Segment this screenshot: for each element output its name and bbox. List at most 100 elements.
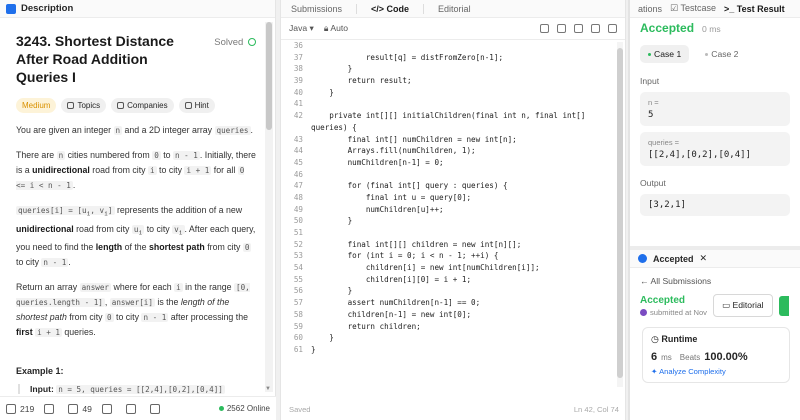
code-line[interactable]: 55 children[i][0] = i + 1; [281, 274, 627, 286]
lock-icon [117, 102, 125, 109]
topics-chip[interactable]: Topics [61, 98, 107, 113]
code-line[interactable]: 37 result[q] = distFromZero[n-1]; [281, 52, 627, 64]
all-submissions-link[interactable]: ← All Submissions [630, 268, 800, 294]
code-line[interactable]: 46 [281, 169, 627, 181]
code-line[interactable]: 53 for (int i = 0; i < n - 1; ++i) { [281, 250, 627, 262]
companies-label: Companies [127, 101, 168, 110]
code-line[interactable]: 39 return result; [281, 75, 627, 87]
difficulty-chip[interactable]: Medium [16, 98, 57, 113]
auto-toggle[interactable]: 🔒︎ Auto [324, 23, 348, 34]
line-number: 44 [293, 146, 303, 156]
problem-title[interactable]: 3243. Shortest Distance After Road Addit… [16, 32, 196, 86]
close-icon[interactable]: ✕ [700, 253, 708, 264]
problem-chips: Medium Topics Companies Hint [16, 98, 256, 113]
scrollbar-thumb[interactable] [266, 22, 272, 130]
notes-icon[interactable] [540, 24, 549, 33]
line-number: 55 [293, 274, 303, 284]
editor-scrollbar[interactable] [617, 42, 623, 387]
reset-icon[interactable] [591, 24, 600, 33]
test-status: Accepted 0 ms [630, 18, 800, 38]
code-line[interactable]: 43 final int[] numChildren = new int[n]; [281, 134, 627, 146]
star-icon[interactable] [101, 403, 112, 414]
text: in the range [182, 282, 235, 293]
code-line[interactable]: 54 children[i] = new int[numChildren[i]]… [281, 262, 627, 274]
bookmark-icon[interactable] [557, 24, 566, 33]
description-scrollbar[interactable]: ▼ [265, 22, 273, 392]
language-select[interactable]: Java ▾ [289, 23, 314, 34]
solved-badge: Solved [214, 32, 256, 86]
code-line[interactable]: 61} [281, 344, 627, 356]
paragraph-4: Return an array answer where for each i … [16, 280, 256, 340]
code-inline: n - 1 [41, 258, 69, 268]
comments-button[interactable]: 49 [68, 403, 92, 414]
editor-toolbar: Java ▾ 🔒︎ Auto [281, 18, 625, 40]
lightbulb-icon [184, 102, 192, 109]
runtime-value: 6 [651, 351, 658, 363]
line-number: 58 [293, 309, 303, 319]
queries-label: queries = [648, 138, 680, 147]
tab-test-result[interactable]: >_ Test Result [724, 4, 785, 14]
dislike-button[interactable] [44, 403, 58, 414]
code-line[interactable]: 48 final int u = query[0]; [281, 192, 627, 204]
case-2-tab[interactable]: Case 2 [697, 45, 746, 63]
companies-chip[interactable]: Companies [111, 98, 174, 113]
tab-testcase[interactable]: ☑ Testcase [670, 3, 716, 14]
hint-chip[interactable]: Hint [178, 98, 215, 113]
tab-solutions[interactable]: ations [638, 4, 662, 14]
line-number: 56 [293, 286, 303, 296]
line-text: result[q] = distFromZero[n-1]; [311, 52, 504, 62]
solution-button[interactable] [778, 295, 789, 316]
tab-code[interactable]: </> Code [371, 4, 409, 14]
tab-accepted[interactable]: Accepted [653, 254, 694, 264]
line-number [281, 122, 311, 134]
code-line[interactable]: 45 numChildren[n-1] = 0; [281, 157, 627, 169]
code-line[interactable]: 50 } [281, 215, 627, 227]
code-line[interactable]: queries) { [281, 122, 627, 134]
bold-text: unidirectional [16, 223, 74, 234]
code-line[interactable]: 41 [281, 98, 627, 110]
code-line[interactable]: 59 return children; [281, 321, 627, 333]
lock-icon: 🔒︎ [323, 23, 329, 33]
line-text: } [311, 216, 353, 226]
code-line[interactable]: 40 } [281, 87, 627, 99]
line-text: for (final int[] query : queries) { [311, 181, 508, 191]
code-line[interactable]: 47 for (final int[] query : queries) { [281, 180, 627, 192]
editorial-button[interactable]: ▭ Editorial [712, 294, 773, 317]
line-number: 57 [293, 298, 303, 308]
line-text: private int[][] initialChildren(final in… [311, 111, 586, 121]
code-line[interactable]: 42 private int[][] initialChildren(final… [281, 110, 627, 122]
online-count: 2562 Online [218, 404, 270, 413]
input-label: Input [640, 76, 660, 86]
code-line[interactable]: 36 [281, 40, 627, 52]
language-label: Java [289, 23, 308, 33]
scroll-down-icon[interactable]: ▼ [265, 386, 271, 392]
fullscreen-icon[interactable] [608, 24, 617, 33]
code-line[interactable]: 38 } [281, 63, 627, 75]
queries-value: [[2,4],[0,2],[0,4]] [648, 150, 751, 160]
code-line[interactable]: 56 } [281, 285, 627, 297]
code-line[interactable]: 52 final int[][] children = new int[n][]… [281, 239, 627, 251]
code-line[interactable]: 57 assert numChildren[n-1] == 0; [281, 297, 627, 309]
code-editor[interactable]: 36 37 result[q] = distFromZero[n-1]; 38 }… [281, 40, 627, 395]
like-button[interactable]: 219 [6, 403, 34, 414]
runtime-card: ◷ Runtime 6 ms Beats 100.00% ✦ Analyze Comp… [642, 327, 790, 383]
online-label: 2562 Online [226, 404, 270, 413]
line-number: 40 [293, 87, 303, 97]
braces-icon[interactable] [574, 24, 583, 33]
tab-submissions[interactable]: Submissions [291, 4, 342, 14]
scrollbar-thumb[interactable] [617, 48, 623, 378]
code-line[interactable]: 44 Arrays.fill(numChildren, 1); [281, 145, 627, 157]
tab-description[interactable]: Description [21, 3, 73, 14]
code-line[interactable]: 51 [281, 227, 627, 239]
code-line[interactable]: 58 children[n-1] = new int[0]; [281, 309, 627, 321]
case-1-tab[interactable]: Case 1 [640, 45, 690, 63]
tab-editorial[interactable]: Editorial [438, 4, 471, 14]
code-line[interactable]: 60 } [281, 332, 627, 344]
analyze-complexity-link[interactable]: ✦ Analyze Complexity [651, 367, 781, 376]
help-icon[interactable] [149, 403, 160, 414]
code-line[interactable]: 49 numChildren[u]++; [281, 204, 627, 216]
code-inline: 0 [152, 151, 161, 160]
submission-panel: Accepted ✕ ← All Submissions Accepted su… [630, 250, 800, 420]
text: You are given an integer [16, 125, 114, 135]
share-icon[interactable] [125, 403, 136, 414]
